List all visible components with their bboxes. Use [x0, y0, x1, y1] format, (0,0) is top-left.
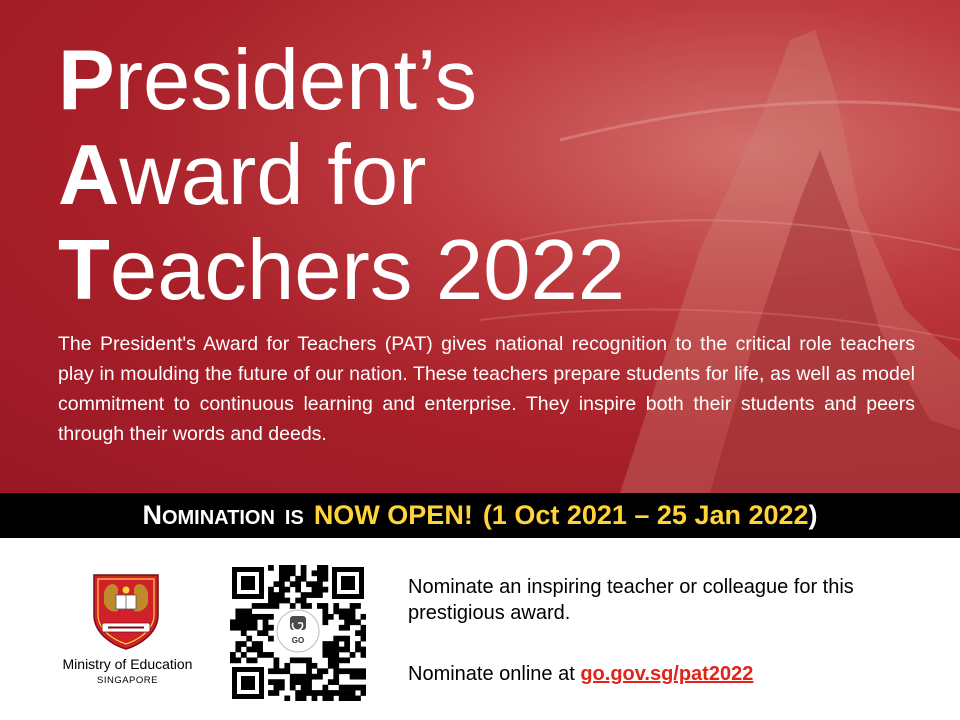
nomination-link[interactable]: go.gov.sg/pat2022 — [580, 663, 753, 685]
title-line-3: Teachers 2022 — [58, 223, 626, 318]
svg-text:GO: GO — [292, 636, 304, 645]
moe-subtitle: SINGAPORE — [97, 675, 158, 686]
title-line-2: Award for — [58, 128, 427, 223]
gov-logo-icon: GO — [276, 609, 320, 653]
moe-name: Ministry of Education — [62, 656, 193, 672]
nomination-dates: (1 Oct 2021 – 25 Jan 2022 — [482, 500, 809, 530]
nomination-banner: NOMINATION IS NOW OPEN! (1 Oct 2021 – 25… — [0, 493, 960, 538]
nominate-online-line: Nominate online at go.gov.sg/pat2022 — [408, 663, 754, 685]
nomination-close-paren: ) — [808, 500, 818, 530]
hero-banner: President’s Award for Teachers 2022 The … — [0, 0, 960, 493]
intro-paragraph: The President's Award for Teachers (PAT)… — [58, 333, 915, 445]
nomination-word: NOMINATION — [142, 500, 275, 530]
title-line-1: President’s — [58, 33, 477, 128]
now-open-text: NOW OPEN! — [313, 500, 473, 530]
is-word: IS — [284, 507, 304, 529]
qr-code-icon[interactable]: GO — [230, 565, 366, 701]
footer-section: Ministry of Education SINGAPORE GO Nomin… — [0, 538, 960, 720]
nominate-description: Nominate an inspiring teacher or colleag… — [408, 576, 854, 624]
moe-crest-icon — [93, 574, 159, 650]
